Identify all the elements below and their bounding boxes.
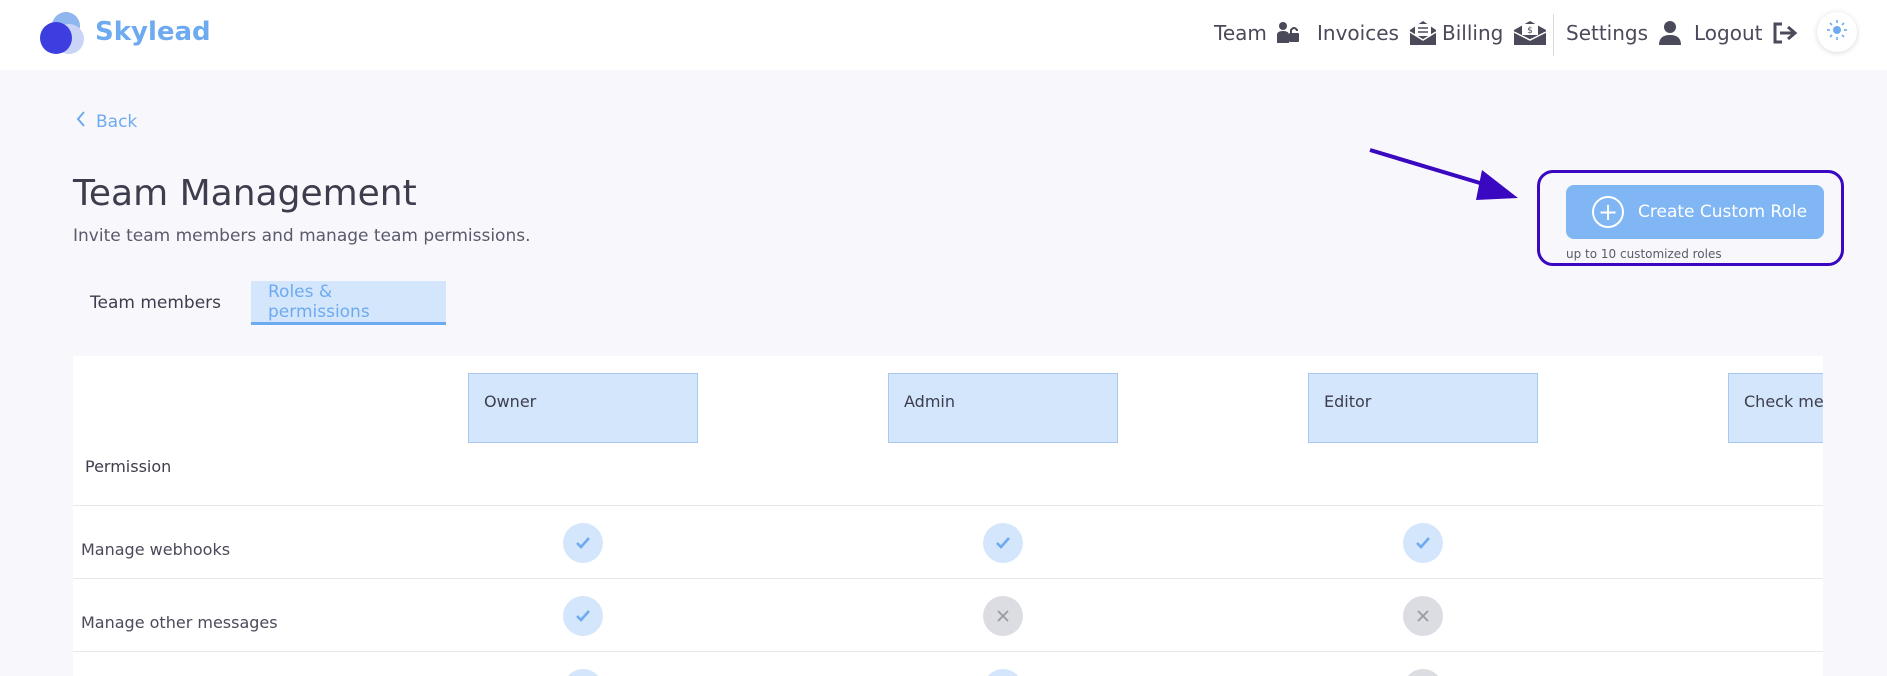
role-header-owner[interactable]: Owner [468, 373, 698, 443]
nav-team[interactable]: Team [1214, 18, 1299, 48]
plus-circle-icon: + [1592, 196, 1624, 228]
back-label: Back [96, 111, 138, 132]
permission-denied-cross-icon[interactable] [1403, 669, 1443, 676]
role-header-editor[interactable]: Editor [1308, 373, 1538, 443]
row-label-manage-other-messages: Manage other messages [81, 613, 278, 632]
nav-invoices-label: Invoices [1317, 21, 1399, 45]
nav-logout[interactable]: Logout [1694, 18, 1798, 48]
row-divider [73, 651, 1823, 652]
svg-text:$: $ [1527, 26, 1533, 36]
nav-team-label: Team [1214, 21, 1267, 45]
annotation-arrow [1369, 148, 1518, 200]
top-navbar: Skylead Team Invoices Billing $ Settings… [0, 0, 1887, 70]
tab-team-members[interactable]: Team members [73, 281, 238, 325]
permission-granted-check-icon[interactable] [983, 523, 1023, 563]
tab-roles-permissions[interactable]: Roles & permissions [251, 281, 446, 325]
permissions-table: Owner Admin Editor Check mes Permission … [73, 356, 1823, 676]
back-link[interactable]: Back [76, 110, 137, 133]
role-header-check-messages[interactable]: Check mes [1728, 373, 1823, 443]
brand-name[interactable]: Skylead [95, 17, 211, 47]
nav-logout-label: Logout [1694, 21, 1763, 45]
logout-icon [1772, 22, 1798, 44]
permission-granted-check-icon[interactable] [563, 523, 603, 563]
page-subtitle: Invite team members and manage team perm… [73, 226, 531, 246]
nav-settings[interactable]: Settings [1566, 18, 1682, 48]
permission-granted-check-icon[interactable] [563, 669, 603, 676]
row-divider [73, 578, 1823, 579]
sun-icon [1826, 19, 1848, 45]
skylead-logo[interactable] [38, 12, 88, 56]
nav-settings-label: Settings [1566, 21, 1649, 45]
permission-granted-check-icon[interactable] [563, 596, 603, 636]
permission-column-header: Permission [85, 457, 172, 476]
page-title: Team Management [73, 173, 417, 214]
permission-granted-check-icon[interactable] [983, 669, 1023, 676]
permission-granted-check-icon[interactable] [1403, 523, 1443, 563]
role-header-admin[interactable]: Admin [888, 373, 1118, 443]
nav-billing[interactable]: Billing $ [1442, 18, 1547, 48]
row-divider [73, 505, 1823, 506]
nav-invoices[interactable]: Invoices [1317, 18, 1437, 48]
theme-toggle-button[interactable] [1817, 12, 1857, 52]
permission-denied-cross-icon[interactable] [1403, 596, 1443, 636]
nav-billing-label: Billing [1442, 21, 1504, 45]
team-lock-icon [1276, 21, 1299, 45]
create-custom-role-button[interactable]: + Create Custom Role [1566, 185, 1824, 239]
create-custom-role-label: Create Custom Role [1638, 202, 1808, 222]
nav-divider [1553, 14, 1554, 56]
permission-denied-cross-icon[interactable] [983, 596, 1023, 636]
user-icon [1658, 20, 1682, 46]
custom-role-limit-note: up to 10 customized roles [1566, 247, 1722, 261]
row-label-manage-webhooks: Manage webhooks [81, 540, 231, 559]
invoice-envelope-icon [1409, 20, 1437, 46]
billing-envelope-icon: $ [1513, 20, 1547, 46]
chevron-left-icon [76, 110, 86, 133]
